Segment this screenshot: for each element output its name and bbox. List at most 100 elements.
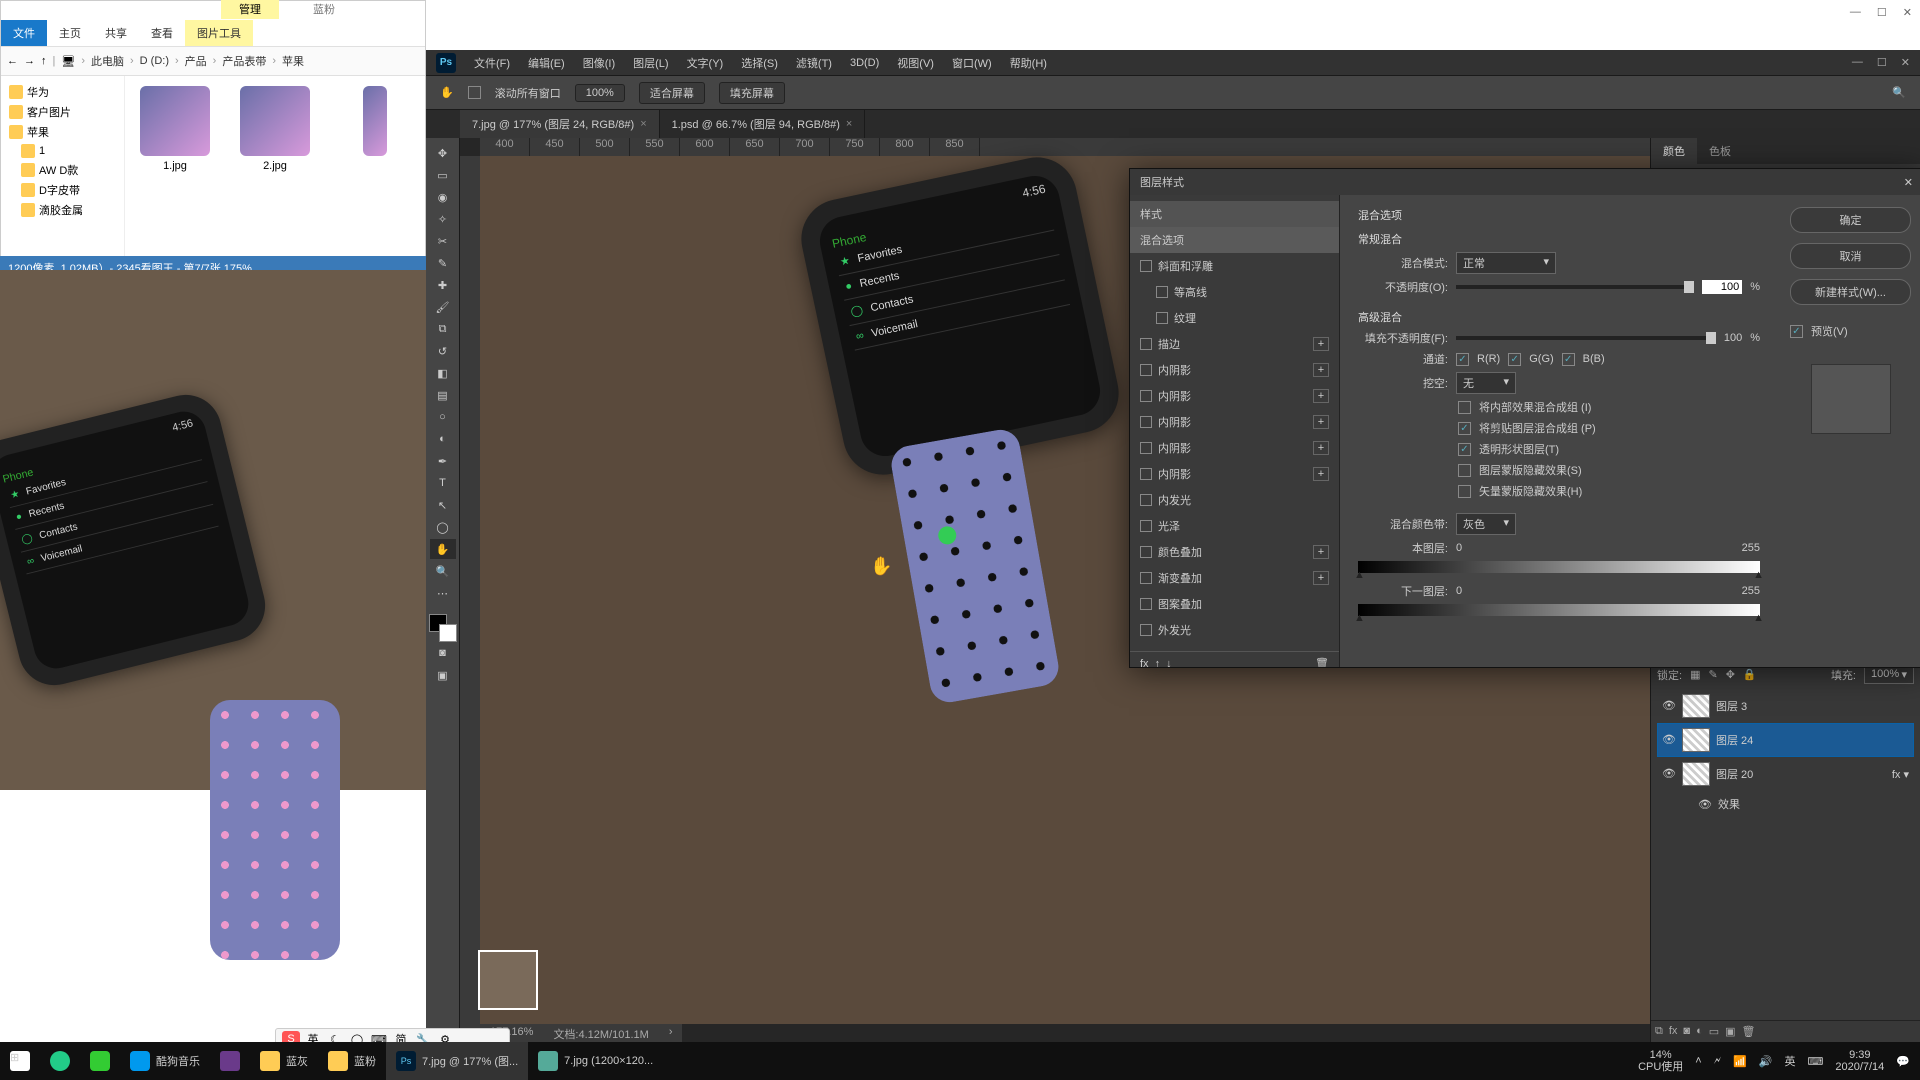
preview-checkbox[interactable]	[1790, 325, 1803, 338]
style-item[interactable]: 内阴影+	[1130, 435, 1339, 461]
tab-close-icon[interactable]: ×	[846, 118, 852, 130]
menu-3d[interactable]: 3D(D)	[850, 57, 879, 69]
style-item[interactable]: 外发光	[1130, 617, 1339, 643]
lock-icon[interactable]: ✎	[1708, 668, 1717, 681]
dialog-close-icon[interactable]: ✕	[1904, 176, 1913, 189]
style-item[interactable]: 渐变叠加+	[1130, 565, 1339, 591]
dialog-titlebar[interactable]: 图层样式 ✕	[1130, 169, 1920, 195]
style-checkbox[interactable]	[1156, 286, 1168, 298]
breadcrumb[interactable]: ← → ↑ | 🖥› 此电脑› D (D:)› 产品› 产品表带› 苹果	[1, 46, 425, 76]
style-checkbox[interactable]	[1156, 312, 1168, 324]
fx-icon[interactable]: fx	[1669, 1025, 1678, 1038]
style-item[interactable]: 内阴影+	[1130, 461, 1339, 487]
task-item[interactable]: 酷狗音乐	[120, 1042, 210, 1080]
menu-help[interactable]: 帮助(H)	[1010, 55, 1047, 71]
style-item[interactable]: 内阴影+	[1130, 409, 1339, 435]
link-icon[interactable]: ⧉	[1655, 1025, 1663, 1038]
style-checkbox[interactable]	[1140, 390, 1152, 402]
ribbon-tab-picture-tools[interactable]: 图片工具	[185, 20, 253, 46]
channel-b-checkbox[interactable]	[1562, 353, 1575, 366]
maximize-icon[interactable]: ☐	[1877, 6, 1887, 19]
tray-battery-icon[interactable]: 🗲	[1714, 1055, 1721, 1068]
up-icon[interactable]: ↑	[41, 55, 47, 67]
task-item[interactable]	[40, 1042, 80, 1080]
style-item[interactable]: 纹理	[1130, 305, 1339, 331]
tree-item[interactable]: 苹果	[5, 122, 120, 142]
adv-checkbox[interactable]	[1458, 464, 1471, 477]
add-effect-icon[interactable]: +	[1313, 441, 1329, 455]
ribbon-tab-home[interactable]: 主页	[47, 20, 93, 46]
system-tray[interactable]: 14%CPU使用 ˄ 🗲 📶 🔊 英 ⌨ 9:392020/7/14 💬	[1628, 1049, 1920, 1073]
style-checkbox[interactable]	[1140, 338, 1152, 350]
style-checkbox[interactable]	[1140, 624, 1152, 636]
new-style-button[interactable]: 新建样式(W)...	[1790, 279, 1911, 305]
fill-value[interactable]: 100	[1724, 332, 1742, 344]
task-item[interactable]: 7.jpg (1200×120...	[528, 1042, 663, 1080]
new-layer-icon[interactable]: ▣	[1725, 1025, 1735, 1038]
tray-kbd-icon[interactable]: ⌨	[1807, 1055, 1823, 1068]
file-item[interactable]: 1.jpg	[135, 86, 215, 172]
forward-icon[interactable]: →	[24, 55, 35, 67]
marquee-tool-icon[interactable]: ▭	[430, 165, 456, 185]
tab-close-icon[interactable]: ×	[640, 118, 646, 130]
doc-tab[interactable]: 1.psd @ 66.7% (图层 94, RGB/8#)×	[660, 110, 866, 138]
back-icon[interactable]: ←	[7, 55, 18, 67]
lock-icon[interactable]: ▦	[1690, 668, 1700, 681]
style-checkbox[interactable]	[1140, 468, 1152, 480]
color-swatch[interactable]	[429, 614, 457, 642]
add-effect-icon[interactable]: +	[1313, 363, 1329, 377]
task-item[interactable]: Ps7.jpg @ 177% (图...	[386, 1042, 528, 1080]
clock[interactable]: 9:392020/7/14	[1835, 1049, 1884, 1073]
style-item[interactable]: 内阴影+	[1130, 357, 1339, 383]
blendif-select[interactable]: 灰色▾	[1456, 513, 1516, 535]
menu-image[interactable]: 图像(I)	[583, 55, 615, 71]
doc-thumbnail[interactable]	[478, 950, 538, 1010]
group-icon[interactable]: ▭	[1709, 1025, 1719, 1038]
eye-icon[interactable]: 👁	[1662, 767, 1676, 781]
hand-tool-icon[interactable]: ✋	[430, 539, 456, 559]
add-effect-icon[interactable]: +	[1313, 467, 1329, 481]
channel-r-checkbox[interactable]	[1456, 353, 1469, 366]
fx-add-icon[interactable]: fx	[1140, 658, 1149, 668]
stamp-tool-icon[interactable]: ⧉	[430, 319, 456, 339]
eye-icon[interactable]: 👁	[1662, 699, 1676, 713]
trash-icon[interactable]: 🗑	[1742, 1025, 1756, 1038]
tray-wifi-icon[interactable]: 📶	[1733, 1055, 1747, 1068]
eye-icon[interactable]: 👁	[1662, 733, 1676, 747]
blendif-gradient[interactable]: ▲▲	[1358, 604, 1760, 616]
tree-item[interactable]: AW D款	[5, 160, 120, 180]
adv-checkbox[interactable]	[1458, 485, 1471, 498]
mask-icon[interactable]: ◙	[1683, 1025, 1690, 1038]
image-viewer[interactable]: 4:56 Phone ★Favorites ●Recents ◯Contacts…	[0, 270, 426, 790]
trash-icon[interactable]: 🗑	[1315, 657, 1329, 667]
style-checkbox[interactable]	[1140, 494, 1152, 506]
fit-screen-button[interactable]: 适合屏幕	[639, 82, 705, 104]
style-item[interactable]: 等高线	[1130, 279, 1339, 305]
ps-minimize-icon[interactable]: —	[1852, 56, 1863, 69]
menu-select[interactable]: 选择(S)	[741, 55, 778, 71]
adv-checkbox[interactable]	[1458, 443, 1471, 456]
tray-volume-icon[interactable]: 🔊	[1759, 1055, 1773, 1068]
tray-up-icon[interactable]: ˄	[1695, 1055, 1701, 1067]
ok-button[interactable]: 确定	[1790, 207, 1911, 233]
quickmask-icon[interactable]: ◙	[430, 643, 456, 663]
add-effect-icon[interactable]: +	[1313, 415, 1329, 429]
channel-g-checkbox[interactable]	[1508, 353, 1521, 366]
tree-item[interactable]: 1	[5, 142, 120, 160]
cancel-button[interactable]: 取消	[1790, 243, 1911, 269]
ribbon-tab-view[interactable]: 查看	[139, 20, 185, 46]
zoom-100-button[interactable]: 100%	[575, 84, 625, 102]
tree-item[interactable]: D字皮带	[5, 180, 120, 200]
minimize-icon[interactable]: —	[1850, 6, 1861, 19]
style-checkbox[interactable]	[1140, 442, 1152, 454]
down-icon[interactable]: ↓	[1166, 658, 1172, 668]
close-icon[interactable]: ✕	[1903, 6, 1912, 19]
layer-fx[interactable]: 👁效果	[1657, 791, 1914, 817]
layer-item[interactable]: 👁图层 24	[1657, 723, 1914, 757]
style-item[interactable]: 内阴影+	[1130, 383, 1339, 409]
opacity-slider[interactable]	[1456, 285, 1694, 289]
style-item[interactable]: 光泽	[1130, 513, 1339, 539]
crop-tool-icon[interactable]: ✂	[430, 231, 456, 251]
menu-view[interactable]: 视图(V)	[897, 55, 934, 71]
style-checkbox[interactable]	[1140, 416, 1152, 428]
